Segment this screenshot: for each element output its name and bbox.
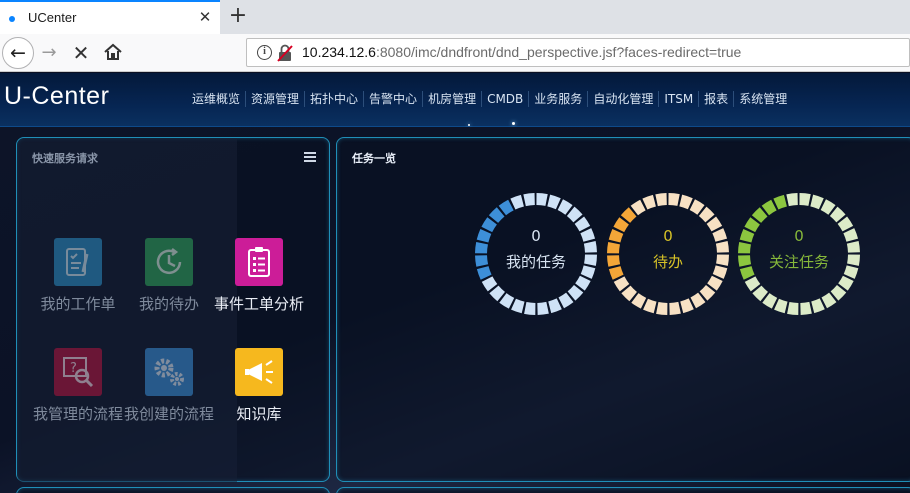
- ring-todo[interactable]: 0 待办: [605, 191, 731, 317]
- header-glow-dot: [512, 122, 515, 125]
- nav-item-system[interactable]: 系统管理: [733, 91, 792, 107]
- url-text[interactable]: 10.234.12.6:8080/imc/dndfront/dnd_perspe…: [302, 44, 741, 60]
- insecure-lock-icon[interactable]: [277, 44, 293, 62]
- nav-item-topology[interactable]: 拓扑中心: [304, 91, 363, 107]
- bottom-right-panel: [336, 487, 910, 493]
- checklist-icon: [54, 238, 102, 286]
- ring-count: 0: [663, 227, 673, 245]
- nav-item-automation[interactable]: 自动化管理: [587, 91, 658, 107]
- ring-label: 我的任务: [505, 253, 566, 271]
- address-bar[interactable]: i 10.234.12.6:8080/imc/dndfront/dnd_pers…: [246, 38, 910, 67]
- tile-my-todos[interactable]: 我的待办: [123, 238, 215, 314]
- ring-label: 待办: [652, 253, 683, 271]
- clock-refresh-icon: [145, 238, 193, 286]
- app-logo[interactable]: U-Center: [4, 82, 109, 111]
- nav-item-resources[interactable]: 资源管理: [245, 91, 304, 107]
- arrow-left-icon: ←: [10, 42, 26, 64]
- tile-my-work-orders[interactable]: 我的工作单: [32, 238, 124, 314]
- close-tab-icon[interactable]: ✕: [196, 8, 214, 26]
- hamburger-menu-icon[interactable]: [304, 152, 316, 162]
- top-navigation: 运维概览 资源管理 拓扑中心 告警中心 机房管理 CMDB 业务服务 自动化管理…: [187, 91, 792, 107]
- stop-loading-button[interactable]: ✕: [70, 41, 92, 65]
- new-tab-icon[interactable]: +: [226, 3, 250, 29]
- nav-item-business[interactable]: 业务服务: [528, 91, 587, 107]
- tile-label: 知识库: [236, 405, 282, 423]
- nav-item-itsm[interactable]: ITSM: [658, 91, 698, 107]
- tile-label: 我创建的流程: [123, 405, 214, 423]
- tile-processes-i-created[interactable]: 我创建的流程: [123, 348, 215, 424]
- task-overview-panel: 任务一览 0 我的任务 0 待办 0 关注任务: [336, 137, 910, 482]
- ring-count: 0: [794, 227, 804, 245]
- megaphone-icon: [235, 348, 283, 396]
- browser-tab-bar: UCenter ✕ +: [0, 0, 910, 34]
- home-icon[interactable]: [102, 42, 124, 62]
- nav-item-overview[interactable]: 运维概览: [187, 91, 245, 107]
- panel-title: 快速服务请求: [32, 152, 98, 165]
- bottom-left-panel: [16, 487, 330, 493]
- nav-item-alarms[interactable]: 告警中心: [363, 91, 422, 107]
- browser-toolbar: ← → ✕ i 10.234.12.6:8080/imc/dndfront/dn…: [0, 34, 910, 72]
- tile-knowledge-base[interactable]: 知识库: [213, 348, 305, 424]
- tile-label: 事件工单分析: [213, 295, 304, 313]
- header-glow-dot: [468, 124, 470, 126]
- browser-tab[interactable]: UCenter ✕: [0, 0, 220, 34]
- tile-processes-i-manage[interactable]: ? 我管理的流程: [32, 348, 124, 424]
- tile-label: 我管理的流程: [32, 405, 123, 423]
- panel-title: 任务一览: [352, 152, 396, 165]
- clipboard-list-icon: [235, 238, 283, 286]
- tile-label: 我的工作单: [40, 295, 116, 313]
- ring-label: 关注任务: [768, 253, 829, 271]
- main-content: 快速服务请求 我的工作单 我的待办 事件工单分析 ? 我管理的流程 我创建的流程…: [0, 127, 910, 493]
- info-icon[interactable]: i: [257, 45, 272, 60]
- tile-incident-analysis[interactable]: 事件工单分析: [213, 238, 305, 314]
- quick-service-panel: 快速服务请求 我的工作单 我的待办 事件工单分析 ? 我管理的流程 我创建的流程…: [16, 137, 330, 483]
- app-header: U-Center 运维概览 资源管理 拓扑中心 告警中心 机房管理 CMDB 业…: [0, 73, 910, 127]
- back-button[interactable]: ←: [2, 37, 34, 69]
- nav-item-datacenter[interactable]: 机房管理: [422, 91, 481, 107]
- tab-title: UCenter: [28, 10, 77, 25]
- nav-item-reports[interactable]: 报表: [698, 91, 733, 107]
- magnifier-question-icon: ?: [54, 348, 102, 396]
- ring-followed-tasks[interactable]: 0 关注任务: [736, 191, 862, 317]
- ring-count: 0: [531, 227, 541, 245]
- gears-icon: [145, 348, 193, 396]
- favicon-icon: [9, 16, 15, 22]
- tile-label: 我的待办: [138, 295, 199, 313]
- nav-item-cmdb[interactable]: CMDB: [481, 91, 528, 107]
- ring-my-tasks[interactable]: 0 我的任务: [473, 191, 599, 317]
- forward-button[interactable]: →: [38, 42, 60, 63]
